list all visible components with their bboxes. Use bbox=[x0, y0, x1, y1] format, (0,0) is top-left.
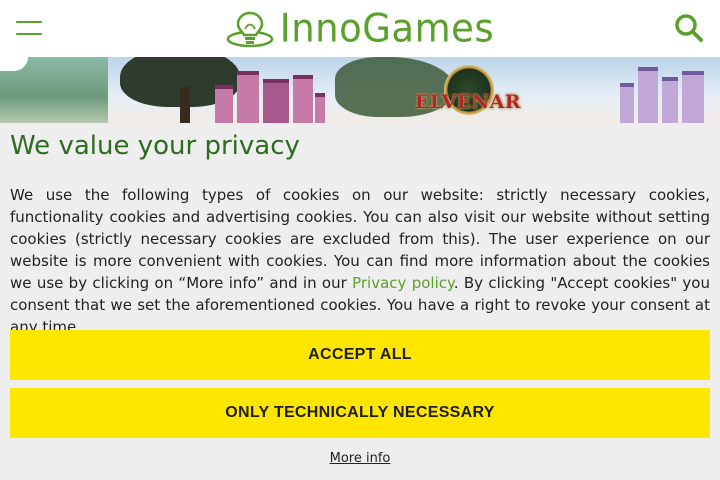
elvenar-wordmark: ELVENAR bbox=[414, 91, 522, 113]
more-info-link[interactable]: More info bbox=[0, 451, 720, 466]
castle-illustration bbox=[215, 71, 325, 123]
lightbulb-icon bbox=[226, 11, 274, 47]
cookie-consent-panel: We value your privacy We use the followi… bbox=[0, 123, 720, 480]
menu-line bbox=[16, 21, 42, 23]
only-necessary-button[interactable]: ONLY TECHNICALLY NECESSARY bbox=[10, 388, 710, 438]
hamburger-menu-icon[interactable] bbox=[16, 20, 42, 36]
menu-line bbox=[16, 33, 42, 35]
site-header: InnoGames bbox=[0, 0, 720, 57]
accept-all-button[interactable]: ACCEPT ALL bbox=[10, 330, 710, 380]
elven-castle-illustration bbox=[620, 63, 710, 123]
innogames-logo[interactable]: InnoGames bbox=[226, 9, 494, 49]
game-banner[interactable]: ELVENAR bbox=[0, 57, 720, 123]
consent-description: We use the following types of cookies on… bbox=[10, 184, 710, 338]
banner-left-artwork bbox=[0, 57, 108, 123]
search-icon[interactable] bbox=[674, 13, 704, 43]
elvenar-logo: ELVENAR bbox=[410, 65, 526, 123]
consent-title: We value your privacy bbox=[10, 131, 300, 161]
tree-trunk bbox=[180, 87, 190, 123]
brand-name: InnoGames bbox=[279, 5, 495, 52]
privacy-policy-link[interactable]: Privacy policy bbox=[352, 274, 454, 292]
